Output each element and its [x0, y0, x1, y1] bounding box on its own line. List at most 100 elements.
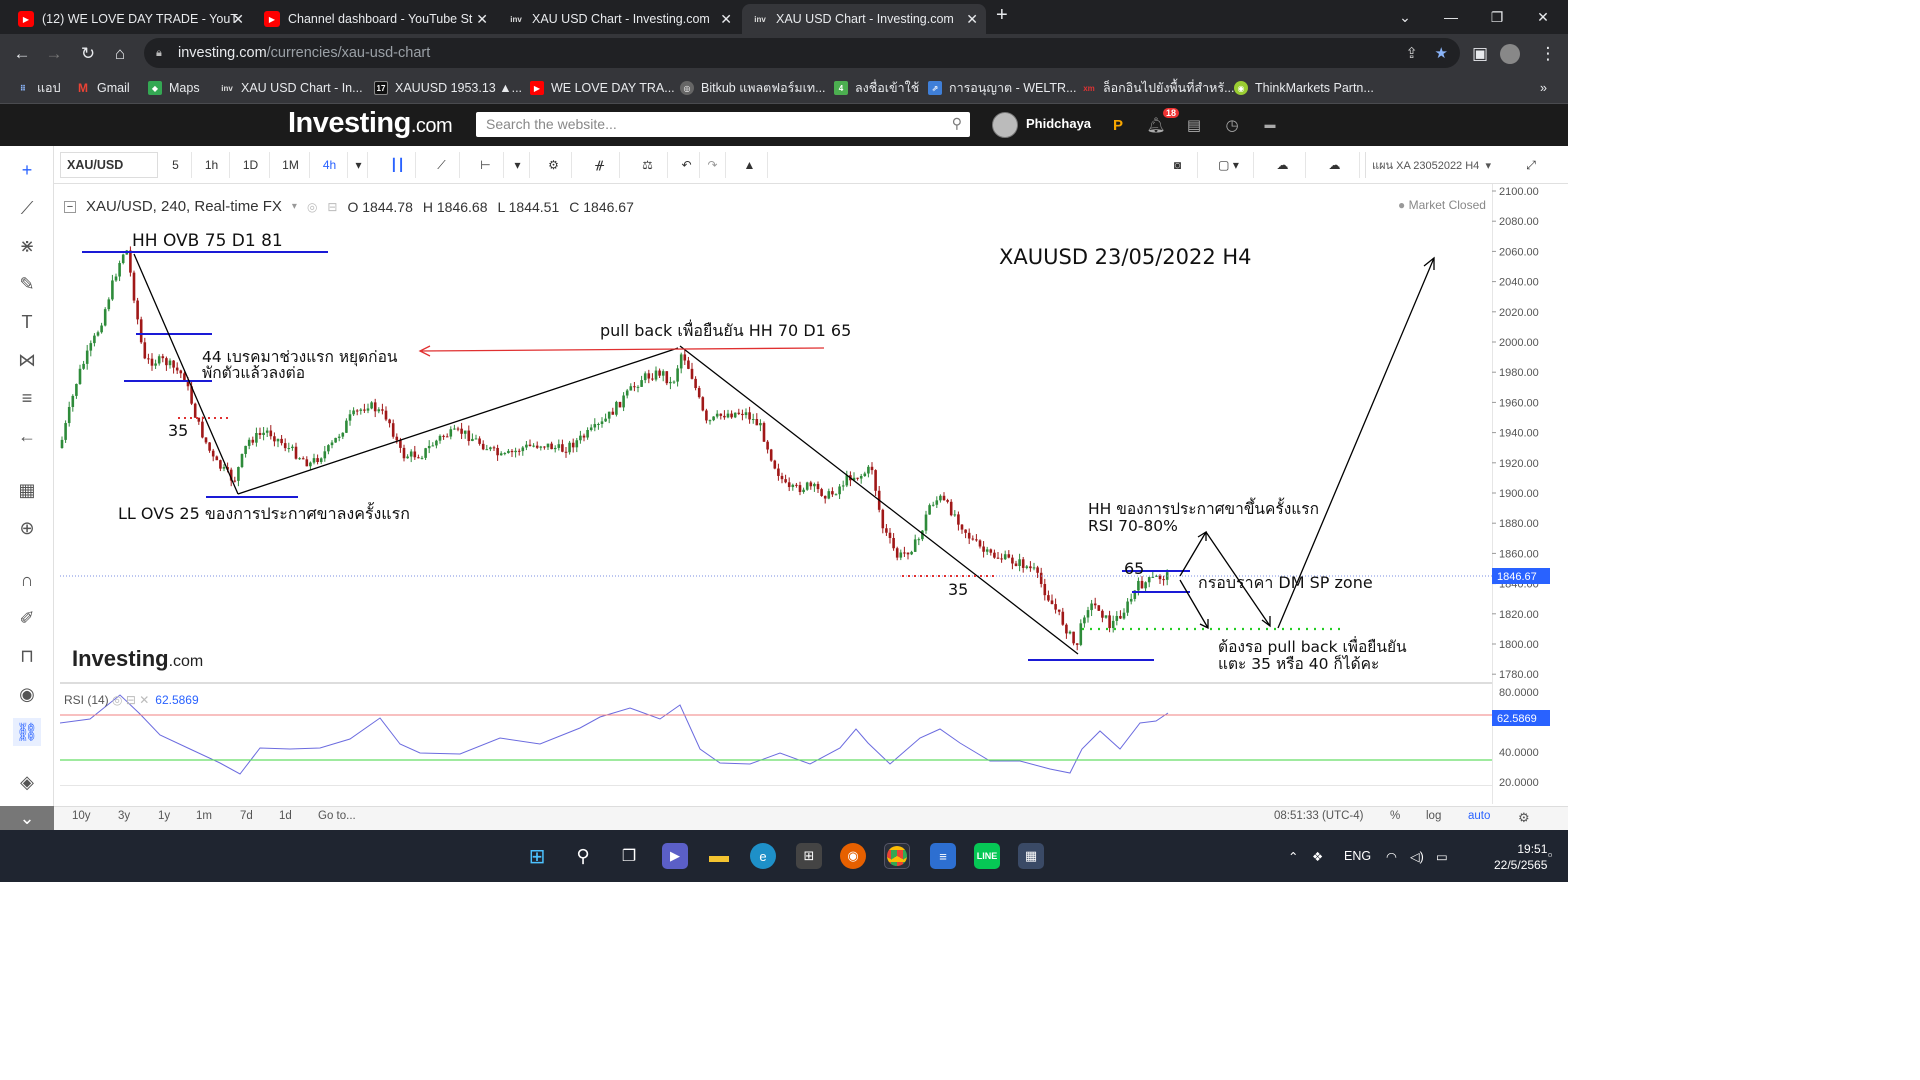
- language-indicator[interactable]: ENG: [1344, 849, 1371, 863]
- user-name[interactable]: Phidchaya: [1026, 116, 1091, 131]
- price-chart[interactable]: XAUUSD 23/05/2022 H4 HH OVB 75 D1 81 44 …: [60, 186, 1492, 786]
- zoom-icon[interactable]: ⊕: [13, 514, 41, 542]
- user-avatar[interactable]: [992, 112, 1018, 138]
- bookmark-bitkub[interactable]: ◎ Bitkub แพลตฟอร์มเท...: [680, 78, 826, 98]
- interval-dropdown-icon[interactable]: ▾: [350, 152, 368, 178]
- forward-icon[interactable]: →: [42, 42, 66, 66]
- chrome-icon[interactable]: [884, 843, 910, 869]
- line-chart-icon[interactable]: ⟋: [424, 152, 460, 178]
- bell-icon[interactable]: 🔔︎: [1146, 116, 1166, 134]
- settings-icon[interactable]: ⚙: [536, 152, 572, 178]
- teams-icon[interactable]: ▶: [662, 843, 688, 869]
- wifi-icon[interactable]: ◠: [1386, 849, 1397, 864]
- close-tab-icon[interactable]: ✕: [232, 11, 244, 28]
- axis-settings-icon[interactable]: ⚙: [1518, 810, 1530, 826]
- tab-search-icon[interactable]: ⌄: [1382, 0, 1428, 34]
- multi-line-icon[interactable]: ⋇: [13, 232, 41, 260]
- dropbox-icon[interactable]: ❖: [1312, 849, 1323, 864]
- url-bar[interactable]: 🔒︎ investing.com/currencies/xau-usd-char…: [144, 38, 1460, 68]
- bookmarks-overflow-icon[interactable]: »: [1540, 78, 1547, 98]
- forecast-icon[interactable]: ▦: [13, 476, 41, 504]
- bookmark-maps[interactable]: ◆ Maps: [148, 78, 200, 98]
- undo-icon[interactable]: ↶: [674, 152, 700, 178]
- home-icon[interactable]: ⌂: [108, 42, 132, 66]
- bookmark-xauusd[interactable]: 17 XAUUSD 1953.13 ▲...: [374, 78, 522, 98]
- range-1y[interactable]: 1y: [158, 810, 170, 822]
- crosshair-icon[interactable]: +: [13, 156, 41, 184]
- investing-logo[interactable]: Investing.com: [288, 107, 453, 140]
- bookmark-login-area[interactable]: xm ล็อกอินไปยังพื้นที่สำหรั...: [1082, 78, 1234, 98]
- camera-icon[interactable]: ◙: [1158, 152, 1198, 178]
- windows-start-icon[interactable]: ⊞: [524, 843, 550, 869]
- symbol-input[interactable]: XAU/USD: [60, 152, 158, 178]
- task-view-icon[interactable]: ❐: [616, 843, 642, 869]
- back-icon[interactable]: ←: [10, 42, 34, 66]
- redo-icon[interactable]: ↷: [700, 152, 726, 178]
- range-7d[interactable]: 7d: [240, 810, 253, 822]
- store-icon[interactable]: ⊞: [796, 843, 822, 869]
- compare-icon[interactable]: ⚖: [628, 152, 668, 178]
- menu-dots-icon[interactable]: ⋮: [1536, 42, 1560, 66]
- volume-icon[interactable]: ◁): [1410, 849, 1424, 864]
- search-icon[interactable]: ⚲: [952, 115, 962, 132]
- pro-icon[interactable]: P: [1108, 116, 1128, 134]
- close-tab-icon[interactable]: ✕: [966, 11, 978, 28]
- fib-icon[interactable]: ≡: [13, 384, 41, 412]
- candles-icon[interactable]: ┃┃: [380, 152, 416, 178]
- calculator-icon[interactable]: ▦: [1018, 843, 1044, 869]
- collapse-legend-icon[interactable]: −: [64, 200, 76, 213]
- bookmark-star-icon[interactable]: ★: [1435, 44, 1448, 62]
- interval-1d[interactable]: 1D: [232, 152, 270, 178]
- bookmark-weltrade[interactable]: ⇗ การอนุญาต - WELTR...: [928, 78, 1077, 98]
- log-toggle[interactable]: log: [1426, 810, 1441, 822]
- new-tab-button[interactable]: +: [996, 4, 1008, 27]
- minimize-icon[interactable]: —: [1428, 0, 1474, 34]
- file-explorer-icon[interactable]: ▬: [706, 843, 732, 869]
- interval-4h[interactable]: 4h: [312, 152, 348, 178]
- brush-icon[interactable]: ✎: [13, 270, 41, 298]
- bars-icon[interactable]: ⊢: [468, 152, 504, 178]
- portfolio-icon[interactable]: ▤: [1184, 116, 1204, 134]
- bookmark-gmail[interactable]: M Gmail: [76, 78, 130, 98]
- legend-settings-icon[interactable]: ⊟: [327, 200, 337, 214]
- range-1d[interactable]: 1d: [279, 810, 292, 822]
- legend-visibility-icon[interactable]: ◎: [307, 200, 317, 214]
- auto-toggle[interactable]: auto: [1468, 810, 1490, 822]
- cloud-save-icon[interactable]: ☁: [1310, 152, 1360, 178]
- template-icon[interactable]: ▢ ▾: [1204, 152, 1254, 178]
- collapse-icon[interactable]: ⌄: [0, 806, 54, 830]
- us-flag-icon[interactable]: ▬: [1260, 116, 1280, 134]
- trendline-icon[interactable]: ⟋: [13, 194, 41, 222]
- notification-icon[interactable]: ▫: [1548, 848, 1552, 862]
- range-10y[interactable]: 10y: [72, 810, 91, 822]
- cloud-load-icon[interactable]: ☁: [1260, 152, 1306, 178]
- bookmark-thinkmarkets[interactable]: ◉ ThinkMarkets Partn...: [1234, 78, 1374, 98]
- range-3y[interactable]: 3y: [118, 810, 130, 822]
- bookmark-apps[interactable]: ⠿ แอป: [16, 78, 61, 98]
- tray-chevron-icon[interactable]: ⌃: [1288, 849, 1298, 864]
- share-icon[interactable]: ⇪: [1405, 44, 1418, 62]
- firefox-icon[interactable]: ◉: [840, 843, 866, 869]
- goto-button[interactable]: Go to...: [318, 810, 356, 822]
- site-search-input[interactable]: Search the website... ⚲: [476, 112, 970, 137]
- range-1m[interactable]: 1m: [196, 810, 212, 822]
- lock-icon[interactable]: ⊓: [13, 642, 41, 670]
- rsi-settings-icon[interactable]: ◎ ⊟ ✕: [112, 693, 149, 707]
- layers-icon[interactable]: ◈: [13, 768, 41, 796]
- pattern-icon[interactable]: ⋈: [13, 346, 41, 374]
- magnet-icon[interactable]: ∩: [13, 566, 41, 594]
- price-axis[interactable]: 2100.00 2080.00 2060.00 2040.00 2020.00 2000.…: [1492, 184, 1552, 804]
- interval-1m[interactable]: 1M: [272, 152, 310, 178]
- browser-tab-2[interactable]: ▶ Channel dashboard - YouTube St ✕: [254, 4, 496, 34]
- sidebar-icon[interactable]: ▣: [1468, 42, 1492, 66]
- edit-lock-icon[interactable]: ✐: [13, 604, 41, 632]
- browser-tab-1[interactable]: ▶ (12) WE LOVE DAY TRADE - YouT ✕: [8, 4, 252, 34]
- indicators-icon[interactable]: ᚌ: [580, 152, 620, 178]
- browser-tab-4-active[interactable]: inv XAU USD Chart - Investing.com ✕: [742, 4, 986, 34]
- restore-icon[interactable]: ❐: [1474, 0, 1520, 34]
- alert-icon[interactable]: ▲: [732, 152, 768, 178]
- chart-type-dropdown-icon[interactable]: ▾: [506, 152, 530, 178]
- clock-icon[interactable]: ◷: [1222, 116, 1242, 134]
- line-app-icon[interactable]: LINE: [974, 843, 1000, 869]
- legend-dropdown-icon[interactable]: ▾: [292, 201, 297, 212]
